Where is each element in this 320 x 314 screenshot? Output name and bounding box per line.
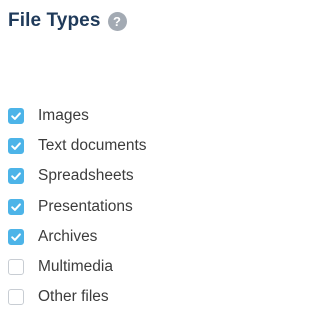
checkbox-checked[interactable] — [8, 168, 24, 185]
checkbox-checked[interactable] — [8, 138, 24, 155]
file-type-label: Multimedia — [38, 258, 113, 276]
question-circle-icon[interactable]: ? — [107, 11, 127, 31]
file-type-label: Presentations — [38, 197, 133, 215]
panel-header: File Types ? — [8, 8, 127, 34]
checkmark-icon — [10, 170, 22, 182]
checkbox-unchecked[interactable] — [8, 259, 24, 276]
checkbox-unchecked[interactable] — [8, 289, 24, 306]
file-type-option-presentations[interactable]: Presentations — [8, 192, 147, 222]
file-type-option-images[interactable]: Images — [8, 101, 147, 131]
checkbox-checked[interactable] — [8, 198, 24, 215]
file-type-option-multimedia[interactable]: Multimedia — [8, 252, 147, 282]
file-type-label: Images — [38, 107, 89, 125]
checkmark-icon — [10, 201, 22, 213]
panel-title: File Types — [8, 10, 101, 31]
file-types-panel: File Types ? Images Text documents Spreads… — [0, 0, 243, 314]
file-type-label: Spreadsheets — [38, 167, 134, 185]
file-type-list: Images Text documents Spreadsheets Presenta… — [8, 101, 147, 312]
file-type-label: Other files — [38, 288, 109, 306]
checkmark-icon — [10, 140, 22, 152]
checkbox-checked[interactable] — [8, 108, 24, 125]
checkmark-icon — [10, 231, 22, 243]
file-type-option-spreadsheets[interactable]: Spreadsheets — [8, 161, 147, 191]
checkbox-checked[interactable] — [8, 228, 24, 245]
file-type-option-text-documents[interactable]: Text documents — [8, 131, 147, 161]
file-type-option-archives[interactable]: Archives — [8, 222, 147, 252]
file-type-label: Text documents — [38, 137, 147, 155]
file-type-label: Archives — [38, 227, 98, 245]
checkmark-icon — [10, 110, 22, 122]
file-type-option-other-files[interactable]: Other files — [8, 282, 147, 312]
